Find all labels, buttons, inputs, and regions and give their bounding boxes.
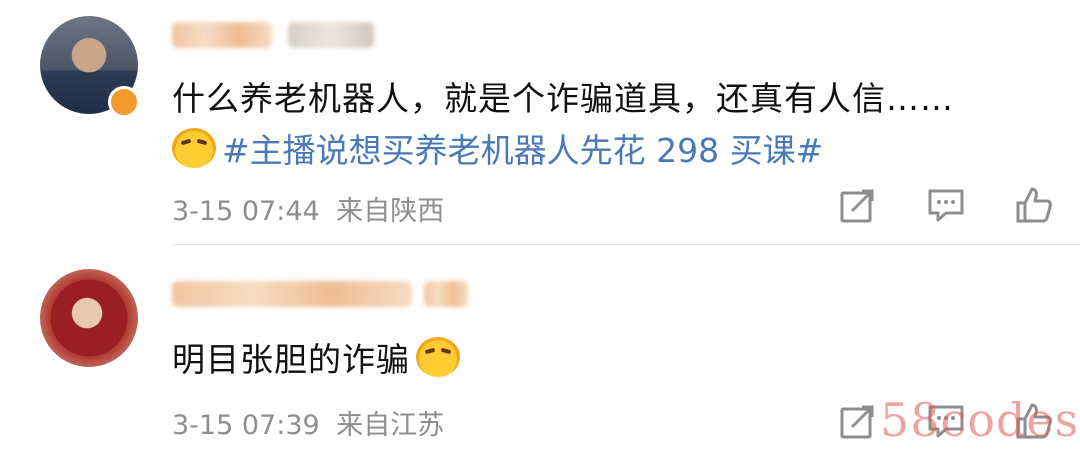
comment-text: 明目张胆的诈骗	[172, 333, 466, 381]
verified-badge-icon	[108, 86, 140, 118]
comment-location: 来自江苏	[336, 410, 445, 441]
comment-time: 3-15 07:39	[172, 410, 320, 441]
comment-location: 来自陕西	[336, 196, 445, 227]
topic-link[interactable]: #主播说想买养老机器人先花 298 买课#	[172, 124, 823, 172]
username-blurred[interactable]	[172, 281, 412, 307]
like-icon[interactable]	[1014, 185, 1054, 225]
comment-actions	[838, 185, 1054, 225]
smirking-emoji-icon	[416, 337, 460, 377]
comment-meta: 3-15 07:39 来自江苏	[172, 403, 444, 442]
comment-text: 什么养老机器人，就是个诈骗道具，还真有人信……	[172, 79, 954, 118]
laughing-crying-emoji-icon	[172, 128, 216, 168]
comment-icon[interactable]	[926, 185, 966, 225]
share-icon[interactable]	[838, 401, 878, 441]
username-blurred[interactable]	[172, 22, 272, 48]
avatar[interactable]	[40, 269, 138, 367]
user-badge-blurred	[424, 281, 468, 307]
comment-time: 3-15 07:44	[172, 196, 320, 227]
share-icon[interactable]	[838, 185, 878, 225]
watermark: 58codes	[880, 393, 1080, 447]
comment-meta: 3-15 07:44 来自陕西	[172, 189, 444, 228]
comment-1: 什么养老机器人，就是个诈骗道具，还真有人信…… #主播说想买养老机器人先花 29…	[0, 0, 1080, 245]
topic-text[interactable]: #主播说想买养老机器人先花 298 买课#	[222, 124, 823, 172]
user-badge-blurred	[288, 22, 374, 48]
comment-text-body: 明目张胆的诈骗	[172, 340, 410, 379]
